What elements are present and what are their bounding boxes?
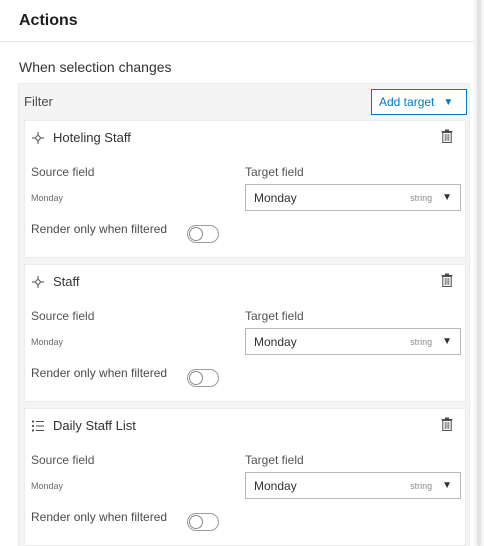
target-field-label: Target field <box>245 453 304 467</box>
render-only-filtered-toggle[interactable] <box>187 369 219 387</box>
trash-icon[interactable] <box>441 129 453 143</box>
target-field-value: Monday <box>254 334 297 349</box>
source-field-label: Source field <box>31 309 95 323</box>
caret-down-icon: ▼ <box>443 96 454 108</box>
target-field-value: Monday <box>254 190 297 205</box>
panel-title: Actions <box>19 11 78 29</box>
point-layer-icon <box>32 275 44 288</box>
trash-icon[interactable] <box>441 273 453 287</box>
add-target-button[interactable]: Add target ▼ <box>371 89 467 115</box>
list-icon <box>31 419 44 432</box>
render-only-filtered-label: Render only when filtered <box>31 222 168 236</box>
field-type-label: string <box>410 336 433 347</box>
field-type-label: string <box>410 480 433 491</box>
field-type-label: string <box>410 192 433 203</box>
caret-down-icon: ▼ <box>442 192 452 203</box>
filter-action-group: Filter Add target ▼ Hoteling Staff Sourc… <box>18 83 470 546</box>
source-field-value: Monday <box>31 481 64 491</box>
card-title: Daily Staff List <box>31 418 136 433</box>
card-title: Staff <box>31 274 80 289</box>
target-field-select[interactable]: Monday string ▼ <box>245 328 461 355</box>
card-title-label: Daily Staff List <box>53 418 136 433</box>
target-field-label: Target field <box>245 309 304 323</box>
render-only-filtered-toggle[interactable] <box>187 513 219 531</box>
caret-down-icon: ▼ <box>442 336 452 347</box>
toggle-knob <box>189 371 203 385</box>
add-target-label: Add target <box>379 95 435 109</box>
filter-label: Filter <box>24 94 53 109</box>
render-only-filtered-toggle[interactable] <box>187 225 219 243</box>
source-field-label: Source field <box>31 165 95 179</box>
target-card-daily-staff-list: Daily Staff List Source field Target fie… <box>24 408 466 546</box>
source-field-label: Source field <box>31 453 95 467</box>
target-field-value: Monday <box>254 478 297 493</box>
scrollbar[interactable] <box>474 0 484 546</box>
card-title-label: Staff <box>53 274 80 289</box>
target-card-staff: Staff Source field Target field Monday M… <box>24 264 466 402</box>
scrollbar-thumb[interactable] <box>477 0 481 546</box>
card-title: Hoteling Staff <box>31 130 131 145</box>
target-field-select[interactable]: Monday string ▼ <box>245 472 461 499</box>
toggle-knob <box>189 515 203 529</box>
card-title-label: Hoteling Staff <box>53 130 131 145</box>
target-field-select[interactable]: Monday string ▼ <box>245 184 461 211</box>
source-field-value: Monday <box>31 337 64 347</box>
target-card-hoteling-staff: Hoteling Staff Source field Target field… <box>24 120 466 258</box>
source-field-value: Monday <box>31 193 64 203</box>
target-field-label: Target field <box>245 165 304 179</box>
render-only-filtered-label: Render only when filtered <box>31 366 168 380</box>
panel-header: Actions <box>0 0 474 42</box>
render-only-filtered-label: Render only when filtered <box>31 510 168 524</box>
selection-change-label: When selection changes <box>19 59 172 75</box>
trash-icon[interactable] <box>441 417 453 431</box>
caret-down-icon: ▼ <box>442 480 452 491</box>
point-layer-icon <box>32 131 44 144</box>
actions-panel: Actions When selection changes Filter Ad… <box>0 0 474 546</box>
toggle-knob <box>189 227 203 241</box>
